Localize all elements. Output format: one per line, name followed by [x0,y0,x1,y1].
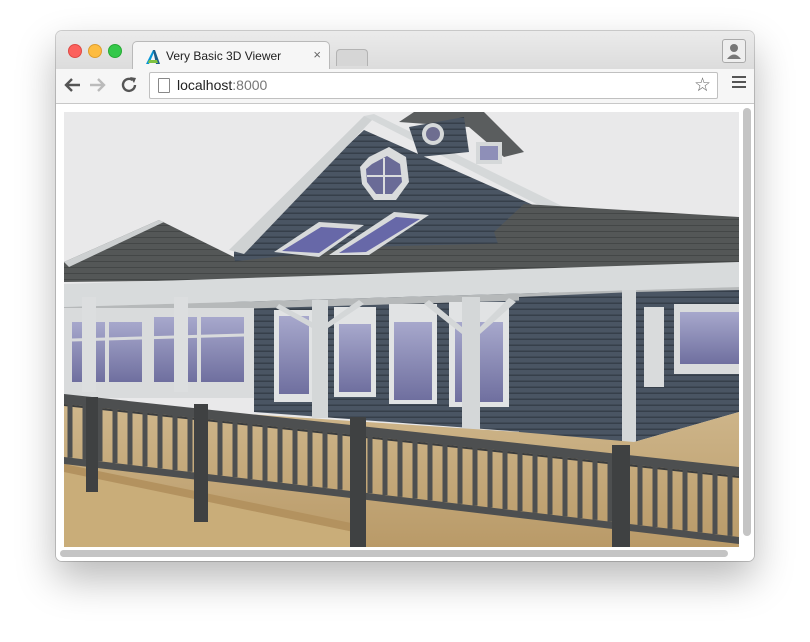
forward-button[interactable] [86,74,108,96]
back-button[interactable] [62,74,84,96]
arrow-right-icon [90,78,106,92]
profile-button[interactable] [722,39,746,63]
maximize-window-button[interactable] [108,44,122,58]
browser-toolbar: localhost:8000 ☆ [56,69,754,104]
vertical-scrollbar[interactable] [743,108,751,536]
autodesk-logo-icon [146,50,160,64]
address-bar[interactable]: localhost:8000 ☆ [149,72,718,99]
tab-close-icon[interactable]: × [313,47,321,62]
browser-window: Very Basic 3D Viewer × localhost:8000 ☆ [56,31,754,561]
bookmark-star-icon[interactable]: ☆ [694,74,711,97]
minimize-window-button[interactable] [88,44,102,58]
page-content [56,104,754,561]
tab-title: Very Basic 3D Viewer [166,49,282,63]
house-3d-model-render [64,112,739,547]
arrow-left-icon [64,78,80,92]
person-icon [727,44,741,59]
reload-icon [121,77,137,93]
url-text: localhost:8000 [177,77,268,93]
3d-viewer-canvas[interactable] [64,112,739,547]
close-window-button[interactable] [68,44,82,58]
reload-button[interactable] [118,74,140,96]
new-tab-button[interactable] [336,49,368,66]
title-bar: Very Basic 3D Viewer × [56,31,754,71]
page-icon [158,78,170,93]
horizontal-scrollbar[interactable] [60,550,728,557]
tab-very-basic-3d-viewer[interactable]: Very Basic 3D Viewer × [132,41,330,71]
hamburger-menu-icon[interactable] [732,76,746,91]
